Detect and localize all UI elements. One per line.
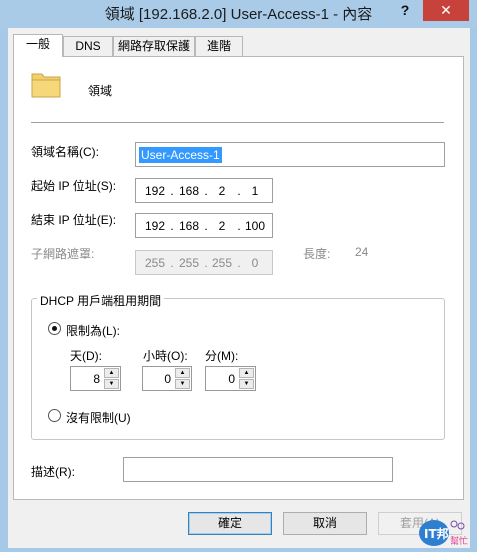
folder-icon <box>31 70 61 98</box>
radio-selected-dot <box>52 326 57 331</box>
unlimited-label[interactable]: 沒有限制(U) <box>66 409 131 426</box>
days-spin-buttons: ▲ ▼ <box>104 368 119 389</box>
start-ip-octet-2: 168 <box>178 184 200 198</box>
spin-down-icon[interactable]: ▼ <box>175 379 190 389</box>
scope-name-value: User-Access-1 <box>139 147 222 163</box>
title-bar[interactable]: 領域 [192.168.2.0] User-Access-1 - 內容 ? ✕ <box>0 0 477 28</box>
properties-window: 領域 [192.168.2.0] User-Access-1 - 內容 ? ✕ … <box>0 0 477 552</box>
minutes-label: 分(M): <box>205 349 239 363</box>
tab-general[interactable]: 一般 <box>13 34 63 57</box>
start-ip-input[interactable]: 192 . 168 . 2 . 1 <box>135 178 273 203</box>
hours-value: 0 <box>164 372 171 386</box>
subnet-mask-label: 子網路遮罩: <box>31 247 95 261</box>
spin-up-icon[interactable]: ▲ <box>239 368 254 378</box>
tab-dns[interactable]: DNS <box>63 36 113 56</box>
description-value <box>127 462 131 464</box>
end-ip-octet-4: 100 <box>244 219 266 233</box>
hours-stepper[interactable]: 0 ▲ ▼ <box>142 366 192 391</box>
limited-label[interactable]: 限制為(L): <box>66 322 120 339</box>
minutes-value: 0 <box>228 372 235 386</box>
spin-down-icon[interactable]: ▼ <box>104 379 119 389</box>
minutes-spin-buttons: ▲ ▼ <box>239 368 254 389</box>
start-ip-octet-4: 1 <box>251 184 259 198</box>
scope-type-label: 領域 <box>88 84 113 98</box>
separator <box>31 122 444 123</box>
days-value: 8 <box>93 372 100 386</box>
description-label: 描述(R): <box>31 465 75 479</box>
length-label: 長度: <box>303 247 331 261</box>
logo-brand-text: IT邦 <box>424 526 449 541</box>
description-input[interactable] <box>123 457 393 482</box>
help-button[interactable]: ? <box>390 0 420 22</box>
spin-down-icon[interactable]: ▼ <box>239 379 254 389</box>
end-ip-input[interactable]: 192 . 168 . 2 . 100 <box>135 213 273 238</box>
start-ip-octet-3: 2 <box>218 184 226 198</box>
cancel-button[interactable]: 取消 <box>283 512 367 535</box>
subnet-octet-2: 255 <box>178 256 200 270</box>
end-ip-octet-3: 2 <box>218 219 226 233</box>
minutes-stepper[interactable]: 0 ▲ ▼ <box>205 366 256 391</box>
spin-up-icon[interactable]: ▲ <box>104 368 119 378</box>
ok-button[interactable]: 確定 <box>188 512 272 535</box>
tab-advanced[interactable]: 進階 <box>195 36 243 56</box>
spin-up-icon[interactable]: ▲ <box>175 368 190 378</box>
days-label: 天(D): <box>70 349 102 363</box>
hours-label: 小時(O): <box>143 349 188 363</box>
end-ip-label: 結束 IP 位址(E): <box>31 213 117 227</box>
tab-nap[interactable]: 網路存取保護 <box>113 36 195 56</box>
days-stepper[interactable]: 8 ▲ ▼ <box>70 366 121 391</box>
lease-group-title: DHCP 用戶端租用期間 <box>37 292 165 309</box>
hours-spin-buttons: ▲ ▼ <box>175 368 190 389</box>
subnet-mask-input: 255 . 255 . 255 . 0 <box>135 250 273 275</box>
unlimited-radio[interactable] <box>48 409 61 422</box>
subnet-octet-1: 255 <box>144 256 166 270</box>
subnet-octet-4: 0 <box>251 256 259 270</box>
ithome-logo-watermark: IT邦 幫忙 <box>410 516 470 548</box>
start-ip-label: 起始 IP 位址(S): <box>31 179 117 193</box>
subnet-octet-3: 255 <box>211 256 233 270</box>
close-button[interactable]: ✕ <box>423 0 469 21</box>
scope-name-input[interactable]: User-Access-1 <box>135 142 445 167</box>
limited-radio[interactable] <box>48 322 61 335</box>
scope-name-label: 領域名稱(C): <box>31 145 99 159</box>
start-ip-octet-1: 192 <box>144 184 166 198</box>
logo-sub-text: 幫忙 <box>450 535 468 547</box>
end-ip-octet-1: 192 <box>144 219 166 233</box>
length-value: 24 <box>355 245 369 259</box>
end-ip-octet-2: 168 <box>178 219 200 233</box>
